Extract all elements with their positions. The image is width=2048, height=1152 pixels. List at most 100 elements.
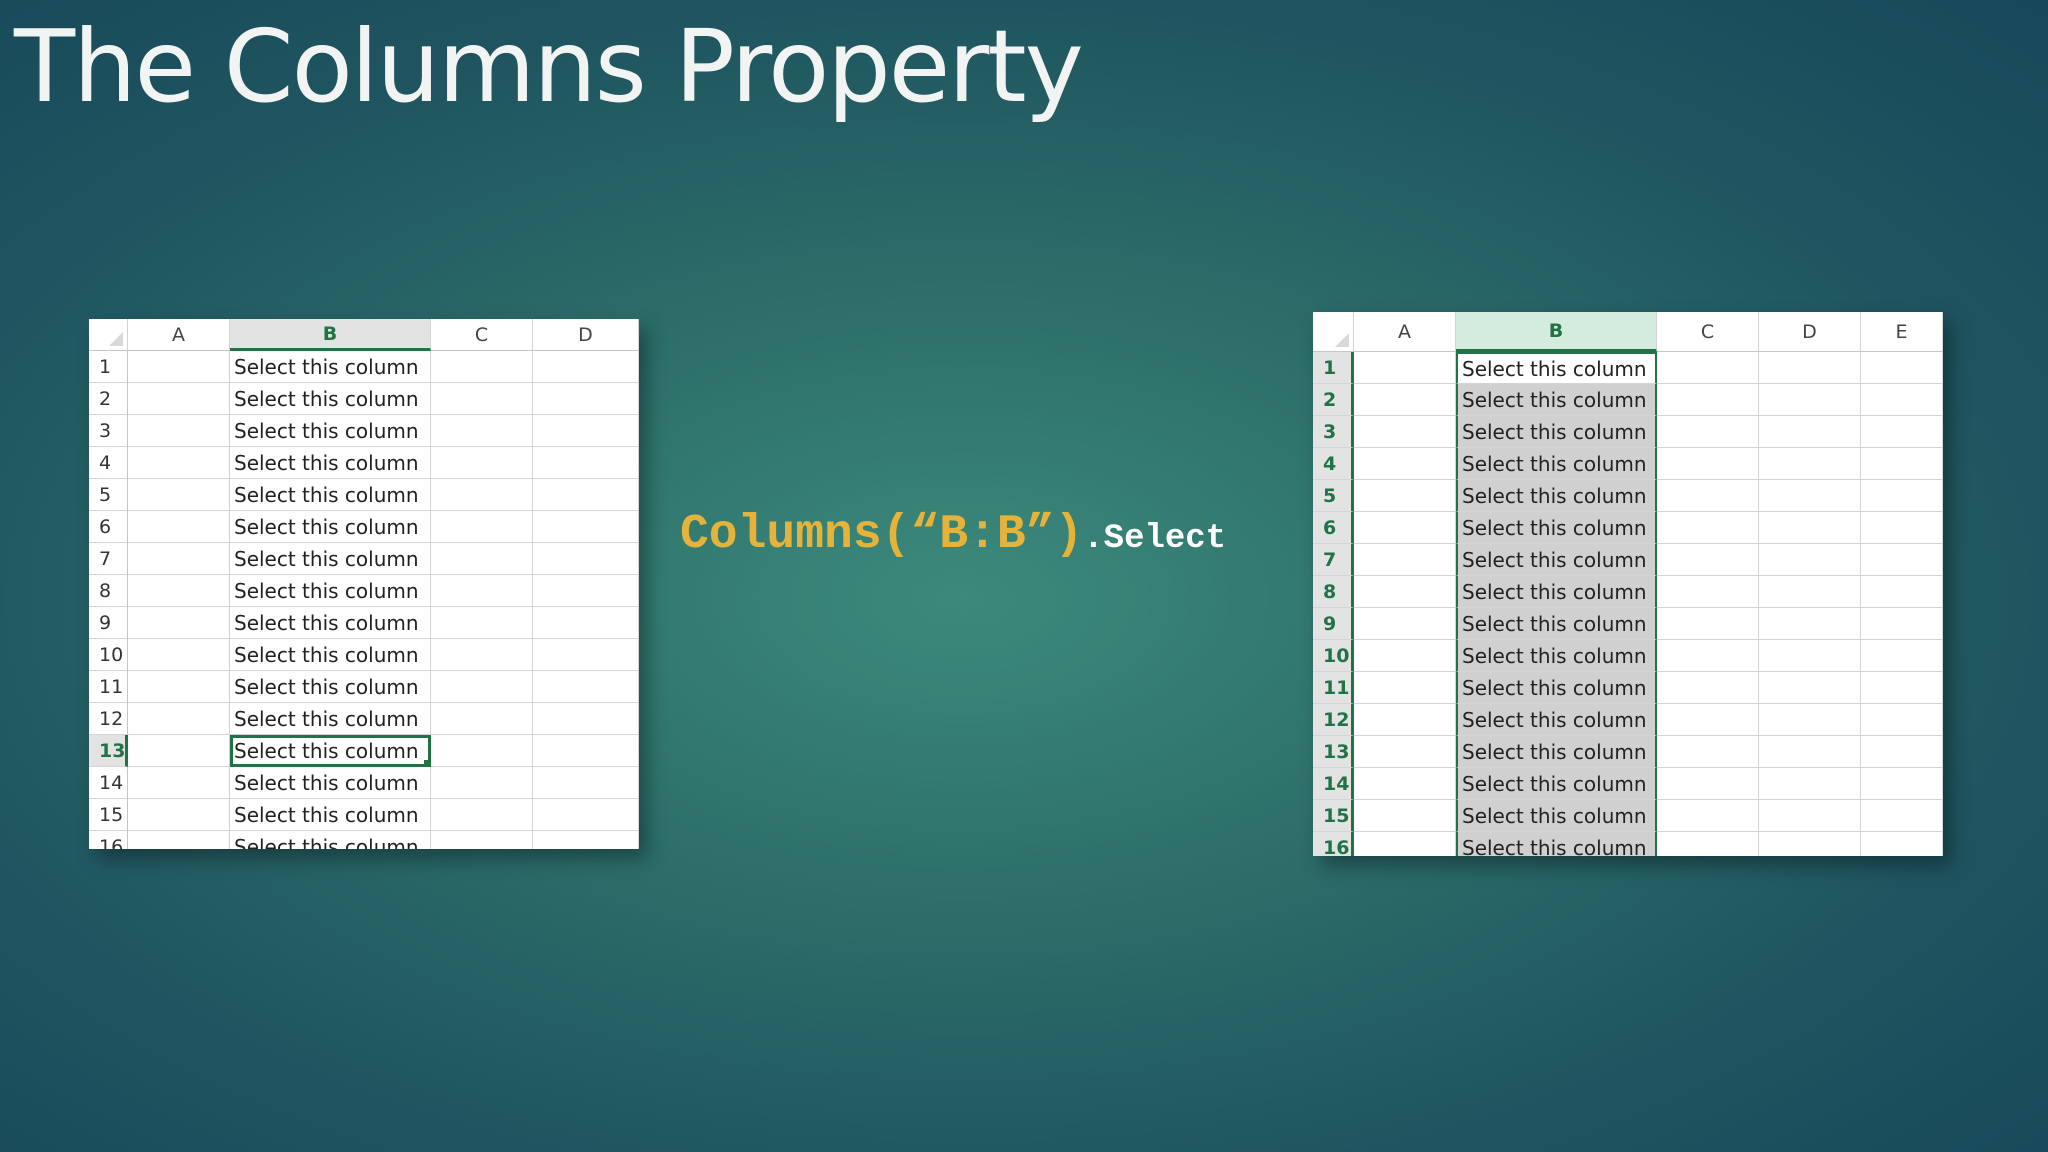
cell-a[interactable]: [128, 415, 230, 447]
cell-a[interactable]: [1354, 512, 1456, 544]
cell-d[interactable]: [533, 479, 639, 511]
cell-a[interactable]: [1354, 544, 1456, 576]
row-header[interactable]: 1: [89, 351, 128, 383]
cell-c[interactable]: [1657, 832, 1759, 856]
cell-c[interactable]: [1657, 736, 1759, 768]
cell-a[interactable]: [1354, 832, 1456, 856]
cell-a[interactable]: [1354, 384, 1456, 416]
cell-c[interactable]: [1657, 512, 1759, 544]
cell-d[interactable]: [1759, 416, 1861, 448]
cell-d[interactable]: [533, 703, 639, 735]
row-header[interactable]: 7: [1313, 544, 1354, 576]
cell-c[interactable]: [1657, 416, 1759, 448]
cell-a[interactable]: [1354, 800, 1456, 832]
cell-e[interactable]: [1861, 448, 1943, 480]
cell-d[interactable]: [1759, 384, 1861, 416]
cell-e[interactable]: [1861, 672, 1943, 704]
cell-d[interactable]: [533, 511, 639, 543]
cell-b[interactable]: Select this column: [1456, 480, 1657, 512]
cell-e[interactable]: [1861, 480, 1943, 512]
cell-a[interactable]: [128, 543, 230, 575]
cell-a[interactable]: [1354, 640, 1456, 672]
cell-a[interactable]: [128, 671, 230, 703]
cell-d[interactable]: [1759, 608, 1861, 640]
cell-c[interactable]: [431, 575, 533, 607]
row-header[interactable]: 9: [89, 607, 128, 639]
cell-e[interactable]: [1861, 384, 1943, 416]
row-header[interactable]: 2: [1313, 384, 1354, 416]
row-header[interactable]: 5: [89, 479, 128, 511]
cell-d[interactable]: [1759, 640, 1861, 672]
cell-e[interactable]: [1861, 352, 1943, 384]
cell-b[interactable]: Select this column: [230, 831, 431, 849]
cell-d[interactable]: [533, 351, 639, 383]
cell-d[interactable]: [1759, 672, 1861, 704]
row-header[interactable]: 14: [89, 767, 128, 799]
cell-a[interactable]: [128, 575, 230, 607]
cell-b[interactable]: Select this column: [1456, 384, 1657, 416]
column-header-e[interactable]: E: [1861, 312, 1943, 352]
cell-c[interactable]: [431, 351, 533, 383]
cell-b[interactable]: Select this column: [230, 543, 431, 575]
cell-b[interactable]: Select this column: [230, 767, 431, 799]
cell-d[interactable]: [533, 799, 639, 831]
cell-a[interactable]: [128, 831, 230, 849]
cell-c[interactable]: [431, 735, 533, 767]
cell-b[interactable]: Select this column: [1456, 512, 1657, 544]
cell-c[interactable]: [1657, 608, 1759, 640]
cell-d[interactable]: [533, 383, 639, 415]
cell-b[interactable]: Select this column: [230, 479, 431, 511]
cell-e[interactable]: [1861, 576, 1943, 608]
cell-c[interactable]: [431, 415, 533, 447]
cell-d[interactable]: [533, 639, 639, 671]
cell-c[interactable]: [431, 831, 533, 849]
cell-d[interactable]: [533, 831, 639, 849]
column-header-a[interactable]: A: [1354, 312, 1456, 352]
cell-b[interactable]: Select this column: [1456, 800, 1657, 832]
cell-d[interactable]: [1759, 544, 1861, 576]
row-header[interactable]: 16: [1313, 832, 1354, 856]
cell-e[interactable]: [1861, 544, 1943, 576]
cell-d[interactable]: [533, 767, 639, 799]
cell-c[interactable]: [1657, 352, 1759, 384]
column-header-d[interactable]: D: [1759, 312, 1861, 352]
row-header[interactable]: 1: [1313, 352, 1354, 384]
cell-b[interactable]: Select this column: [1456, 544, 1657, 576]
row-header[interactable]: 6: [89, 511, 128, 543]
cell-a[interactable]: [1354, 608, 1456, 640]
cell-a[interactable]: [1354, 576, 1456, 608]
row-header[interactable]: 16: [89, 831, 128, 849]
cell-e[interactable]: [1861, 704, 1943, 736]
cell-d[interactable]: [1759, 832, 1861, 856]
cell-e[interactable]: [1861, 416, 1943, 448]
row-header[interactable]: 11: [1313, 672, 1354, 704]
cell-d[interactable]: [533, 735, 639, 767]
cell-a[interactable]: [128, 703, 230, 735]
cell-d[interactable]: [533, 415, 639, 447]
cell-d[interactable]: [1759, 576, 1861, 608]
row-header[interactable]: 10: [89, 639, 128, 671]
cell-b[interactable]: Select this column: [1456, 416, 1657, 448]
cell-a[interactable]: [128, 479, 230, 511]
cell-b[interactable]: Select this column: [1456, 448, 1657, 480]
row-header[interactable]: 7: [89, 543, 128, 575]
cell-a[interactable]: [128, 639, 230, 671]
cell-c[interactable]: [1657, 384, 1759, 416]
column-header-c[interactable]: C: [431, 319, 533, 351]
row-header[interactable]: 11: [89, 671, 128, 703]
cell-c[interactable]: [1657, 576, 1759, 608]
cell-b[interactable]: Select this column: [1456, 608, 1657, 640]
cell-d[interactable]: [533, 671, 639, 703]
cell-c[interactable]: [431, 511, 533, 543]
row-header[interactable]: 2: [89, 383, 128, 415]
cell-c[interactable]: [431, 671, 533, 703]
cell-b[interactable]: Select this column: [230, 415, 431, 447]
cell-c[interactable]: [431, 799, 533, 831]
cell-c[interactable]: [431, 447, 533, 479]
cell-b[interactable]: Select this column: [230, 735, 431, 767]
cell-d[interactable]: [1759, 512, 1861, 544]
cell-d[interactable]: [1759, 736, 1861, 768]
cell-d[interactable]: [1759, 352, 1861, 384]
cell-d[interactable]: [533, 607, 639, 639]
cell-a[interactable]: [128, 383, 230, 415]
